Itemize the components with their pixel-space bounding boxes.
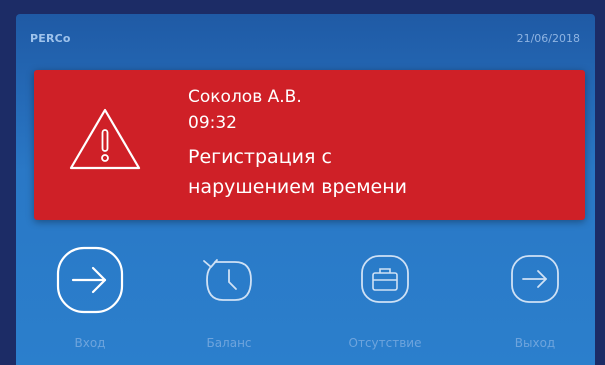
absence-button[interactable]: Отсутствие — [325, 232, 445, 365]
history-clock-icon — [203, 259, 252, 301]
warning-icon — [69, 108, 141, 170]
alert-message-line-1: Регистрация с — [188, 146, 332, 168]
employee-name: Соколов А.В. — [188, 87, 302, 107]
top-bar: PERCo 21/06/2018 — [16, 14, 595, 58]
action-bar: Вход Баланс Отсутствие Выход — [16, 232, 595, 365]
brand-logo: PERCo — [30, 32, 71, 45]
balance-button[interactable]: Баланс — [169, 232, 289, 365]
absence-label: Отсутствие — [348, 336, 422, 350]
enter-label: Вход — [74, 336, 106, 350]
alert-text: Соколов А.В. 09:32 Регистрация с нарушен… — [188, 84, 568, 202]
device-frame: PERCo 21/06/2018 Соколов А.В. 09:32 Реги… — [0, 0, 605, 365]
enter-button[interactable]: Вход — [30, 232, 150, 365]
enter-icon — [56, 246, 124, 314]
exit-button[interactable]: Выход — [475, 232, 595, 365]
event-time: 09:32 — [188, 113, 237, 133]
current-date: 21/06/2018 — [516, 32, 580, 45]
terminal-screen: PERCo 21/06/2018 Соколов А.В. 09:32 Реги… — [16, 14, 595, 365]
balance-label: Баланс — [206, 336, 252, 350]
exit-icon — [511, 255, 559, 303]
alert-panel: Соколов А.В. 09:32 Регистрация с нарушен… — [34, 70, 585, 220]
alert-message-line-2: нарушением времени — [188, 176, 408, 198]
briefcase-icon — [361, 255, 409, 303]
exit-label: Выход — [514, 336, 556, 350]
